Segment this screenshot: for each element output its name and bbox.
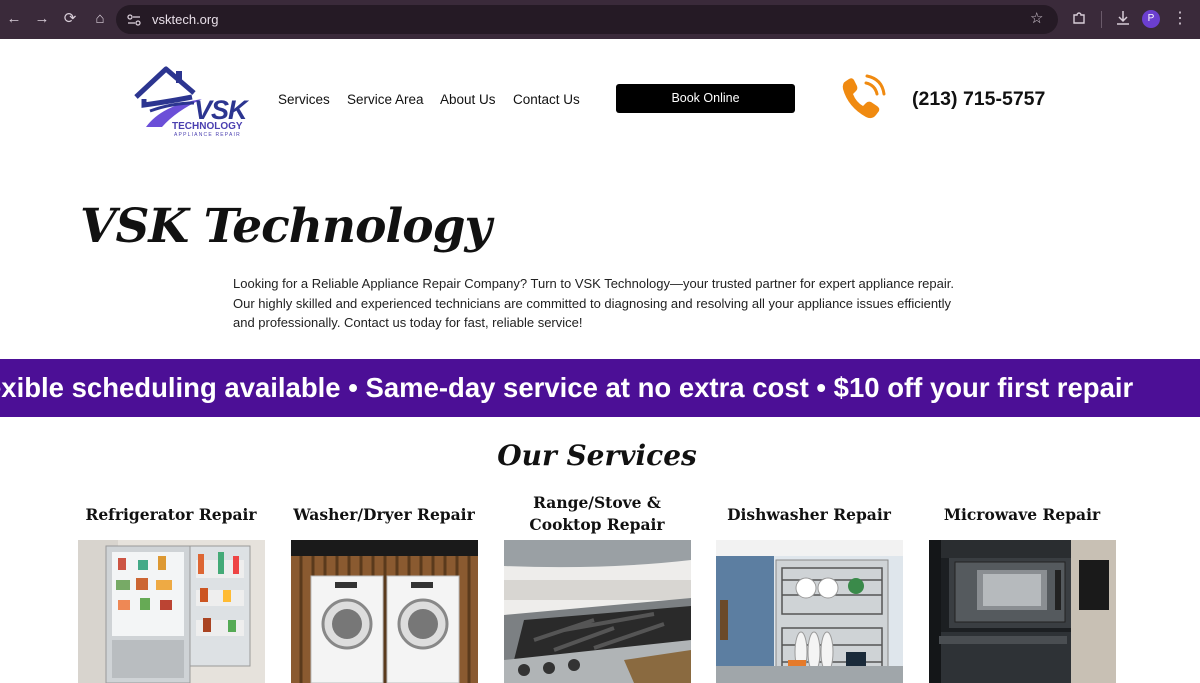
download-icon[interactable] bbox=[1114, 9, 1132, 27]
profile-avatar[interactable]: P bbox=[1142, 10, 1160, 28]
phone-icon[interactable] bbox=[838, 73, 888, 123]
refrigerator-image[interactable] bbox=[78, 540, 265, 683]
webpage: VSK TECHNOLOGY APPLIANCE REPAIR Services… bbox=[0, 39, 1200, 683]
dishwasher-image[interactable] bbox=[716, 540, 903, 683]
promo-banner-text: exible scheduling available • Same-day s… bbox=[0, 372, 1134, 403]
range-stove-image[interactable] bbox=[504, 540, 691, 683]
service-dishwasher-label[interactable]: Dishwasher Repair bbox=[703, 504, 915, 526]
logo-technology-text: TECHNOLOGY bbox=[172, 121, 243, 132]
reload-icon[interactable]: ⟳ bbox=[60, 9, 80, 29]
service-label-line: Washer/Dryer Repair bbox=[293, 505, 475, 524]
browser-toolbar: ← → ⟳ ⌂ vsktech.org ☆ P ⋮ bbox=[0, 0, 1200, 39]
url-text[interactable]: vsktech.org bbox=[152, 12, 218, 27]
washer-dryer-image[interactable] bbox=[291, 540, 478, 683]
toolbar-divider bbox=[1101, 11, 1102, 28]
hero-description: Looking for a Reliable Appliance Repair … bbox=[233, 276, 954, 331]
service-range-stove-label[interactable]: Range/Stove & Cooktop Repair bbox=[491, 492, 703, 536]
service-label-line: Cooktop Repair bbox=[529, 515, 665, 534]
service-label-line: Range/Stove & bbox=[533, 493, 661, 512]
nav-services[interactable]: Services bbox=[278, 92, 330, 107]
microwave-image[interactable] bbox=[929, 540, 1116, 683]
book-online-button[interactable]: Book Online bbox=[616, 84, 795, 113]
address-bar[interactable]: vsktech.org bbox=[116, 5, 1058, 34]
service-refrigerator-label[interactable]: Refrigerator Repair bbox=[65, 504, 277, 526]
service-label-line: Refrigerator Repair bbox=[85, 505, 257, 524]
home-icon[interactable]: ⌂ bbox=[90, 9, 110, 29]
back-icon[interactable]: ← bbox=[4, 9, 24, 29]
hero-title: VSK Technology bbox=[80, 199, 492, 254]
logo-tagline: APPLIANCE REPAIR bbox=[174, 132, 241, 138]
nav-service-area[interactable]: Service Area bbox=[347, 92, 424, 107]
site-settings-icon[interactable] bbox=[126, 12, 142, 28]
forward-icon[interactable]: → bbox=[32, 9, 52, 29]
extensions-icon[interactable] bbox=[1070, 9, 1088, 27]
service-washer-dryer-label[interactable]: Washer/Dryer Repair bbox=[278, 504, 490, 526]
promo-banner: exible scheduling available • Same-day s… bbox=[0, 359, 1200, 417]
service-label-line: Microwave Repair bbox=[943, 505, 1101, 524]
bookmark-star-icon[interactable]: ☆ bbox=[1030, 9, 1043, 27]
phone-number[interactable]: (213) 715-5757 bbox=[912, 88, 1045, 111]
service-label-line: Dishwasher Repair bbox=[727, 505, 891, 524]
browser-menu-icon[interactable]: ⋮ bbox=[1172, 8, 1188, 28]
nav-contact-us[interactable]: Contact Us bbox=[513, 92, 580, 107]
services-title: Our Services bbox=[497, 439, 697, 472]
nav-about-us[interactable]: About Us bbox=[440, 92, 496, 107]
service-microwave-label[interactable]: Microwave Repair bbox=[916, 504, 1128, 526]
